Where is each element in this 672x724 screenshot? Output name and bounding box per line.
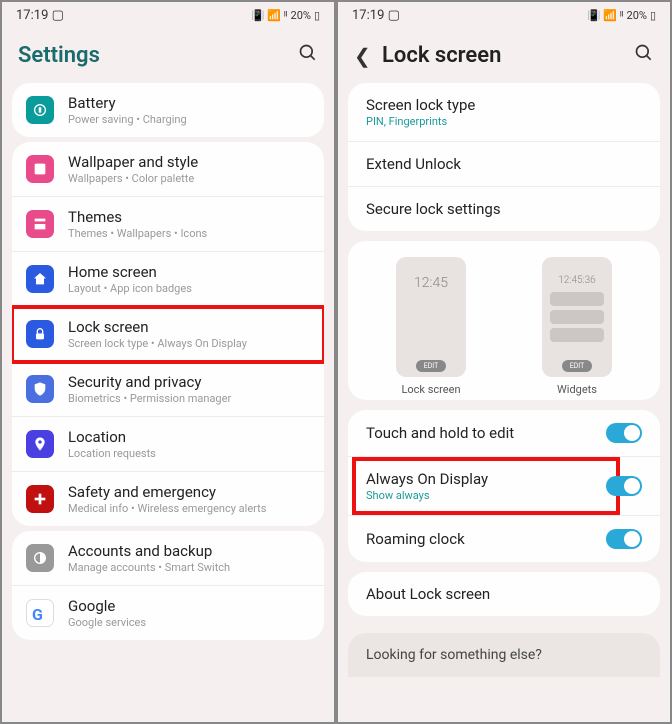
item-title: Wallpaper and style xyxy=(68,153,310,171)
lockscreen-preview[interactable]: 12:45 EDIT Lock screen xyxy=(396,257,466,396)
settings-item-accounts[interactable]: Accounts and backupManage accounts • Sma… xyxy=(12,531,324,586)
shield-icon xyxy=(26,375,54,403)
toggle-switch[interactable] xyxy=(606,423,642,443)
settings-item-wallpaper[interactable]: Wallpaper and styleWallpapers • Color pa… xyxy=(12,142,324,197)
item-title: Home screen xyxy=(68,263,310,281)
lock-option[interactable]: Screen lock typePIN, Fingerprints xyxy=(348,83,660,142)
search-icon[interactable] xyxy=(298,43,318,68)
preview-time: 12:45 xyxy=(414,275,448,291)
page-title: Lock screen xyxy=(382,43,624,68)
settings-group: Accounts and backupManage accounts • Sma… xyxy=(12,531,324,640)
item-subtitle: Themes • Wallpapers • Icons xyxy=(68,227,310,240)
toggle-option[interactable]: Roaming clock xyxy=(348,516,660,562)
status-bar: 17:19 ▢ 📳 📶 ᴵᴵ 20%▯ xyxy=(2,2,334,29)
google-icon: G xyxy=(26,599,54,627)
settings-item-battery[interactable]: BatteryPower saving • Charging xyxy=(12,83,324,137)
settings-item-themes[interactable]: ThemesThemes • Wallpapers • Icons xyxy=(12,197,324,252)
preview-card: 12:45 EDIT Lock screen 12:45:36 EDIT Wid… xyxy=(348,241,660,400)
item-subtitle: Power saving • Charging xyxy=(68,113,310,126)
toggle-switch[interactable] xyxy=(606,476,642,496)
about-lock-screen[interactable]: About Lock screen xyxy=(348,572,660,616)
settings-item-safety[interactable]: Safety and emergencyMedical info • Wirel… xyxy=(12,472,324,526)
edit-button[interactable]: EDIT xyxy=(416,360,447,372)
battery-icon xyxy=(26,96,54,124)
settings-item-home[interactable]: Home screenLayout • App icon badges xyxy=(12,252,324,307)
item-subtitle: Wallpapers • Color palette xyxy=(68,172,310,185)
widgets-preview[interactable]: 12:45:36 EDIT Widgets xyxy=(542,257,612,396)
location-icon xyxy=(26,430,54,458)
back-button[interactable]: ❮ xyxy=(354,44,372,68)
item-title: Themes xyxy=(68,208,310,226)
settings-item-google[interactable]: G GoogleGoogle services xyxy=(12,586,324,640)
accounts-icon xyxy=(26,544,54,572)
page-title: Settings xyxy=(18,43,288,68)
preview-label: Widgets xyxy=(557,383,597,396)
settings-item-lock[interactable]: Lock screenScreen lock type • Always On … xyxy=(12,307,324,362)
settings-header: Settings xyxy=(2,29,334,78)
item-subtitle: Biometrics • Permission manager xyxy=(68,392,310,405)
safety-icon xyxy=(26,485,54,513)
home-icon xyxy=(26,265,54,293)
settings-item-security[interactable]: Security and privacyBiometrics • Permiss… xyxy=(12,362,324,417)
settings-group: BatteryPower saving • Charging xyxy=(12,83,324,137)
preview-label: Lock screen xyxy=(401,383,460,396)
status-icons: 📳 📶 ᴵᴵ 20%▯ xyxy=(587,9,656,22)
toggles-card: Touch and hold to editAlways On DisplayS… xyxy=(348,410,660,562)
item-title: Location xyxy=(68,428,310,446)
status-bar: 17:19 ▢ 📳 📶 ᴵᴵ 20%▯ xyxy=(338,2,670,29)
about-card: About Lock screen xyxy=(348,572,660,616)
status-time: 17:19 ▢ xyxy=(16,8,64,23)
item-subtitle: Google services xyxy=(68,616,310,629)
item-subtitle: Manage accounts • Smart Switch xyxy=(68,561,310,574)
search-icon[interactable] xyxy=(634,43,654,68)
item-title: Battery xyxy=(68,94,310,112)
item-title: Security and privacy xyxy=(68,373,310,391)
settings-group: Wallpaper and styleWallpapers • Color pa… xyxy=(12,142,324,526)
settings-item-location[interactable]: LocationLocation requests xyxy=(12,417,324,472)
lock-icon xyxy=(26,320,54,348)
item-subtitle: Layout • App icon badges xyxy=(68,282,310,295)
toggle-switch[interactable] xyxy=(606,529,642,549)
settings-screen: 17:19 ▢ 📳 📶 ᴵᴵ 20%▯ Settings BatteryPowe… xyxy=(0,0,336,724)
toggle-option[interactable]: Always On DisplayShow always xyxy=(348,457,660,516)
item-title: Accounts and backup xyxy=(68,542,310,560)
item-title: Lock screen xyxy=(68,318,310,336)
toggle-option[interactable]: Touch and hold to edit xyxy=(348,410,660,457)
lock-type-card: Screen lock typePIN, FingerprintsExtend … xyxy=(348,83,660,231)
lockscreen-settings-screen: 17:19 ▢ 📳 📶 ᴵᴵ 20%▯ ❮ Lock screen Screen… xyxy=(336,0,672,724)
preview-time: 12:45:36 xyxy=(558,275,595,286)
status-time: 17:19 ▢ xyxy=(352,8,400,23)
edit-button[interactable]: EDIT xyxy=(562,360,593,372)
themes-icon xyxy=(26,210,54,238)
item-subtitle: Location requests xyxy=(68,447,310,460)
status-icons: 📳 📶 ᴵᴵ 20%▯ xyxy=(251,9,320,22)
lockscreen-header: ❮ Lock screen xyxy=(338,29,670,78)
item-title: Safety and emergency xyxy=(68,483,310,501)
item-title: Google xyxy=(68,597,310,615)
lock-option[interactable]: Extend Unlock xyxy=(348,142,660,187)
lock-option[interactable]: Secure lock settings xyxy=(348,187,660,231)
looking-for-else[interactable]: Looking for something else? xyxy=(348,633,660,677)
item-subtitle: Screen lock type • Always On Display xyxy=(68,337,310,350)
wallpaper-icon xyxy=(26,155,54,183)
item-subtitle: Medical info • Wireless emergency alerts xyxy=(68,502,310,515)
